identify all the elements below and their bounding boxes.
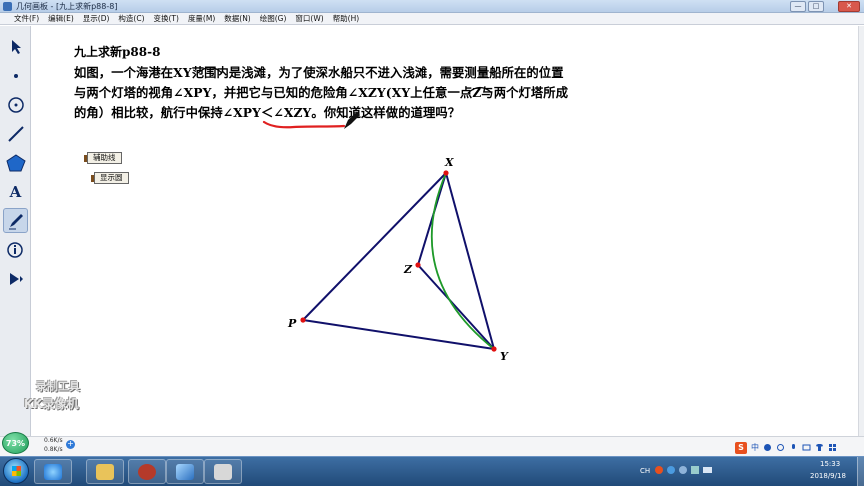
show-desktop-button[interactable] (857, 457, 864, 486)
shirt-icon[interactable] (815, 443, 824, 452)
settings-tray-icon[interactable] (679, 466, 687, 474)
help-tray-icon[interactable] (667, 466, 675, 474)
custom-tool[interactable] (3, 266, 28, 291)
taskbar-file-explorer[interactable] (86, 459, 124, 484)
select-arrow-tool[interactable] (3, 34, 28, 59)
close-button[interactable]: ✕ (838, 1, 860, 12)
ime-toolbar[interactable]: S 中 (735, 441, 855, 454)
geometry-figure: X Y Z P (197, 66, 509, 363)
taskbar-media[interactable] (204, 459, 242, 484)
moon-icon[interactable] (763, 443, 772, 452)
media-icon (214, 463, 232, 480)
label-p: P (287, 317, 297, 330)
label-z: Z (403, 263, 413, 276)
pen-icon (8, 213, 23, 229)
segment-py (302, 319, 495, 350)
point-z[interactable] (415, 262, 421, 268)
clock-date[interactable]: 2018/9/18 (810, 472, 846, 480)
arc-xy (430, 172, 495, 350)
text-arc-mark-1 (197, 66, 223, 74)
menu-construct[interactable]: 构造(C) (118, 13, 144, 24)
sketchpad-icon (176, 463, 194, 480)
play-custom-icon (9, 272, 23, 285)
title-bar: 几何画板 - [九上求新p88-8] — □ ✕ (0, 0, 864, 13)
point-icon (13, 73, 18, 78)
toolbox: A (0, 26, 31, 436)
punctuation-icon[interactable] (776, 443, 785, 452)
flag-tray-icon[interactable] (691, 466, 699, 474)
label-x: X (444, 156, 454, 169)
marker-tool[interactable] (3, 208, 28, 233)
label-y: Y (500, 350, 509, 363)
circle-icon (7, 96, 24, 113)
minimize-button[interactable]: — (790, 1, 806, 12)
sketchpad-app-icon (3, 2, 12, 11)
polygon-icon (5, 153, 26, 171)
network-tray-icon[interactable] (703, 467, 712, 473)
point-p[interactable] (300, 317, 306, 323)
ime-mode-label[interactable]: 中 (751, 442, 759, 453)
information-tool[interactable] (3, 237, 28, 262)
text-arc-mark-2 (467, 86, 493, 94)
red-underline-annotation (262, 120, 346, 129)
keyboard-icon[interactable] (802, 443, 811, 452)
menu-graph[interactable]: 绘图(G) (260, 13, 287, 24)
point-x[interactable] (443, 170, 449, 176)
folder-icon (96, 463, 114, 480)
vertical-scrollbar[interactable] (858, 26, 864, 436)
cpu-usage-badge[interactable]: 73% (2, 432, 29, 454)
watermark-line-2: KK录像机 (24, 397, 79, 411)
upload-speed: 0.6K/s (44, 437, 63, 444)
text-tool[interactable]: A (3, 179, 28, 204)
menu-display[interactable]: 显示(D) (83, 13, 110, 24)
tray-icons (655, 466, 712, 474)
menu-window[interactable]: 窗口(W) (295, 13, 323, 24)
expand-plus-button[interactable]: + (66, 440, 75, 449)
grid-menu-icon[interactable] (828, 443, 837, 452)
menu-file[interactable]: 文件(F) (14, 13, 39, 24)
app-window: 几何画板 - [九上求新p88-8] — □ ✕ 文件(F) 编辑(E) 显示(… (0, 0, 864, 486)
straightedge-tool[interactable] (3, 121, 28, 146)
arrow-icon (11, 39, 21, 54)
window-title: 几何画板 - [九上求新p88-8] (16, 2, 118, 11)
watermark-line-1: 录制工具 (36, 380, 80, 393)
point-tool[interactable] (3, 63, 28, 88)
pen-cursor-icon (344, 112, 360, 129)
point-y[interactable] (491, 346, 497, 352)
sogou-ime-logo[interactable]: S (735, 441, 747, 454)
start-button[interactable] (3, 458, 29, 484)
menu-bar: 文件(F) 编辑(E) 显示(D) 构造(C) 变换(T) 度量(M) 数据(N… (0, 13, 864, 25)
taskbar-recorder[interactable] (128, 459, 166, 484)
menu-measure[interactable]: 度量(M) (188, 13, 215, 24)
language-indicator[interactable]: CH (640, 467, 650, 475)
ime-tray-icon[interactable] (655, 466, 663, 474)
line-icon (7, 125, 24, 142)
polygon-tool[interactable] (3, 150, 28, 175)
menu-data[interactable]: 数据(N) (224, 13, 250, 24)
recorder-icon (138, 463, 156, 480)
taskbar-sketchpad[interactable] (166, 459, 204, 484)
info-icon (6, 241, 23, 258)
menu-help[interactable]: 帮助(H) (333, 13, 360, 24)
text-a-icon: A (9, 182, 22, 201)
download-speed: 0.8K/s (44, 446, 63, 453)
menu-transform[interactable]: 变换(T) (154, 13, 179, 24)
compass-tool[interactable] (3, 92, 28, 117)
maximize-button[interactable]: □ (808, 1, 824, 12)
taskbar-ie-browser[interactable] (34, 459, 72, 484)
ie-icon (44, 463, 62, 480)
menu-edit[interactable]: 编辑(E) (48, 13, 74, 24)
sketch-canvas[interactable]: 九上求新p88-8 如图，一个海港在XY范围内是浅滩，为了使深水船只不进入浅滩，… (32, 26, 858, 436)
mic-icon[interactable] (789, 443, 798, 452)
clock-time[interactable]: 15:33 (820, 460, 840, 468)
